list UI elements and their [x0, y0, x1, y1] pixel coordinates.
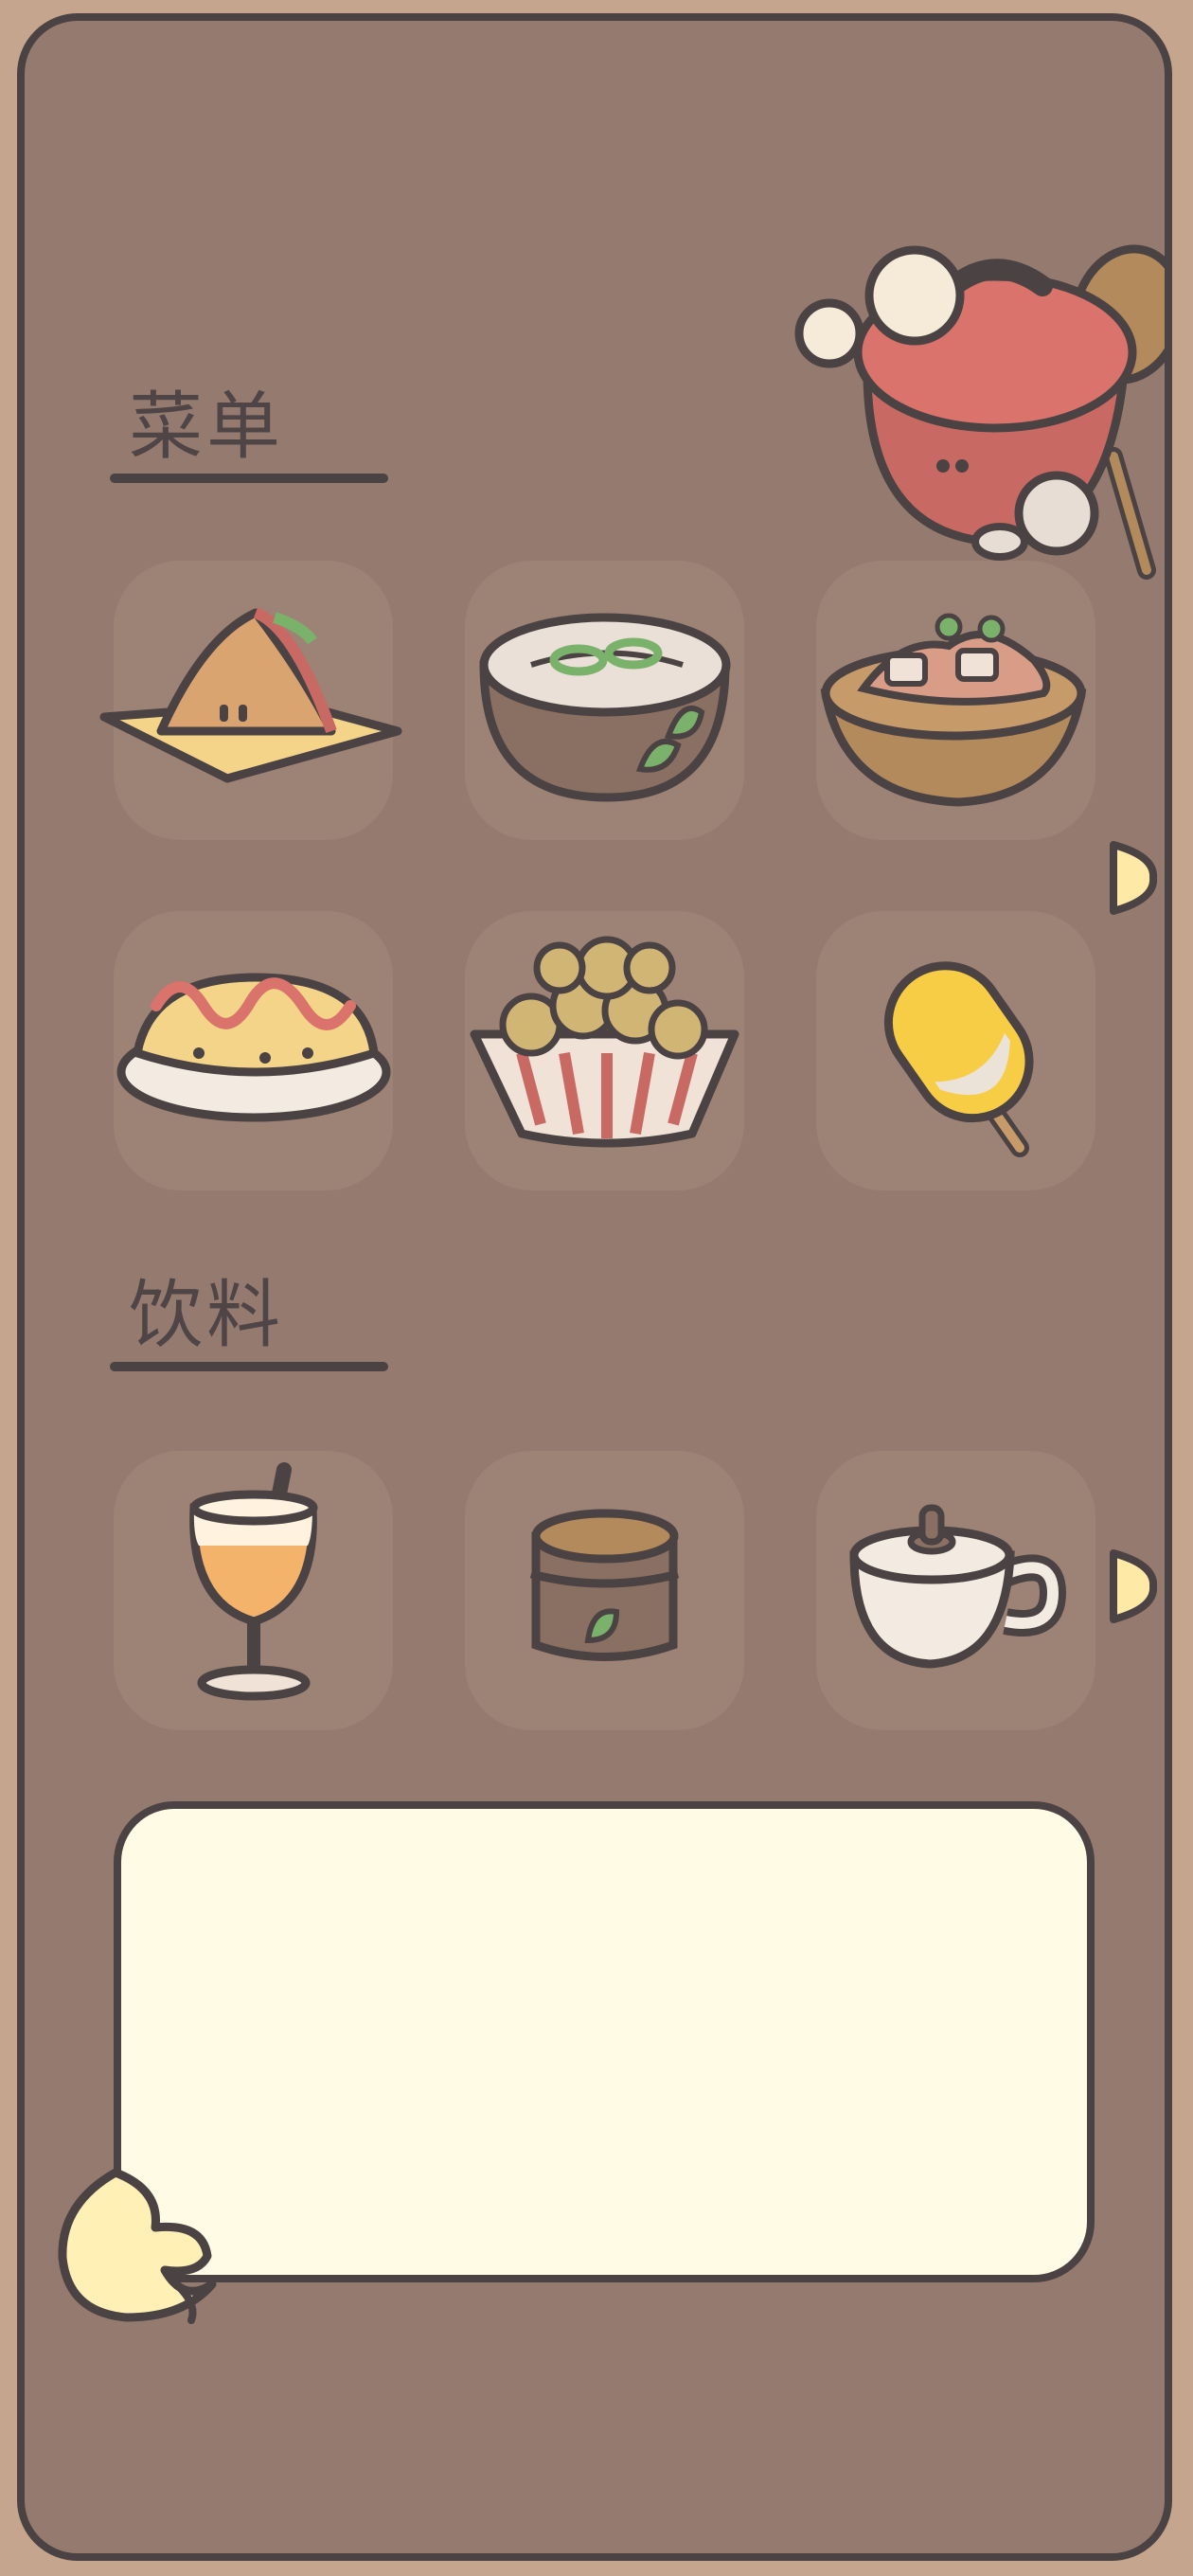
grilled-corn-icon — [883, 961, 1034, 1157]
food-item-sandwich[interactable] — [99, 561, 402, 840]
omelette-rice-icon — [116, 973, 391, 1122]
coffee-mug-icon — [849, 1504, 1067, 1669]
parfait-glass-icon — [189, 1462, 318, 1701]
food-next-arrow[interactable] — [1106, 837, 1159, 919]
drink-item-coffee-mug[interactable] — [816, 1451, 1095, 1730]
food-title-underline — [110, 474, 388, 483]
sandwich-icon — [99, 607, 402, 783]
food-item-omelette-rice[interactable] — [114, 911, 393, 1190]
arrow-right-icon — [1110, 1549, 1158, 1623]
arrow-right-icon — [1110, 841, 1158, 915]
drink-next-arrow[interactable] — [1106, 1546, 1159, 1627]
drink-item-tea-cup[interactable] — [465, 1451, 744, 1730]
food-item-grilled-corn[interactable] — [816, 911, 1095, 1190]
drink-item-parfait[interactable] — [114, 1451, 393, 1730]
food-section-title: 菜单 — [129, 385, 285, 470]
description-text — [121, 1809, 1087, 1885]
stew-bowl-icon — [820, 613, 1087, 807]
food-item-stew-bowl[interactable] — [816, 561, 1095, 840]
popcorn-chicken-icon — [470, 936, 739, 1148]
cooking-pot-icon — [773, 229, 1165, 580]
menu-panel: 菜单 饮料 — [17, 13, 1172, 2561]
drink-section-title: 饮料 — [129, 1273, 285, 1358]
description-box — [114, 1801, 1095, 2282]
drink-title-underline — [110, 1362, 388, 1371]
moon-bubble-tail-icon — [42, 2152, 231, 2332]
food-item-popcorn-chicken[interactable] — [465, 911, 744, 1190]
tea-cup-icon — [529, 1509, 680, 1661]
food-item-noodle-bowl[interactable] — [465, 561, 744, 840]
noodle-bowl-icon — [479, 613, 731, 802]
